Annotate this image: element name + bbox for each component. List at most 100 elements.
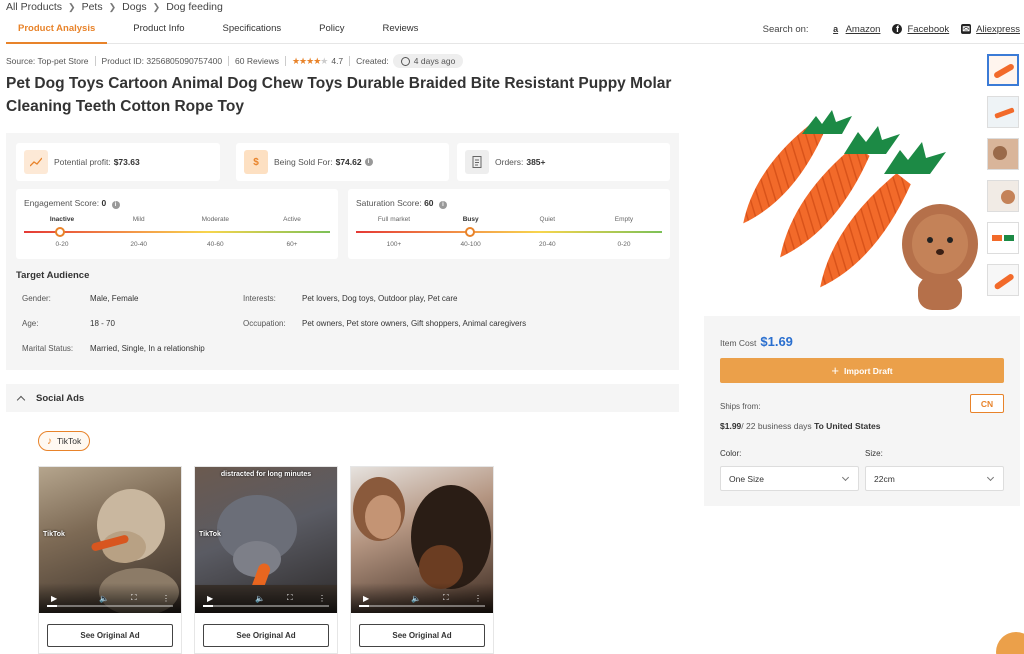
- tab-specifications[interactable]: Specifications: [211, 14, 294, 44]
- chart-icon: [24, 150, 48, 174]
- product-main-image[interactable]: [704, 54, 982, 312]
- ship-origin-cn-button[interactable]: CN: [970, 394, 1004, 413]
- interests-row: Interests:: [243, 294, 276, 303]
- social-ads-header[interactable]: Social Ads: [6, 384, 679, 412]
- chat-button[interactable]: [996, 632, 1024, 654]
- tab-reviews[interactable]: Reviews: [370, 14, 430, 44]
- search-amazon-link[interactable]: a Amazon: [831, 24, 880, 35]
- play-icon[interactable]: ▶: [207, 594, 213, 603]
- thumbnail[interactable]: [987, 222, 1019, 254]
- orders-value: 385+: [526, 157, 546, 167]
- facebook-link-label: Facebook: [907, 23, 950, 35]
- product-tabs: Product Analysis Product Info Specificat…: [6, 14, 1024, 44]
- sold-label: Being Sold For:: [274, 157, 333, 167]
- size-select-value: 22cm: [874, 473, 895, 484]
- search-aliexpress-link[interactable]: ✉ Aliexpress: [961, 24, 1020, 35]
- saturation-range: 40-100: [460, 241, 481, 248]
- carrot-toy-image: [743, 110, 978, 310]
- interests-label: Interests:: [243, 294, 276, 303]
- color-select[interactable]: One Size: [720, 466, 859, 491]
- thumbnail[interactable]: [987, 96, 1019, 128]
- fullscreen-icon[interactable]: ⛶: [287, 593, 293, 603]
- play-icon[interactable]: ▶: [363, 594, 369, 603]
- info-icon[interactable]: i: [364, 158, 373, 166]
- social-ads-title: Social Ads: [36, 392, 85, 404]
- engagement-level: Mild: [132, 216, 145, 223]
- gender-value: Male, Female: [90, 294, 139, 303]
- target-audience-title: Target Audience: [16, 270, 90, 281]
- size-select[interactable]: 22cm: [865, 466, 1004, 491]
- thumbnail[interactable]: [987, 264, 1019, 296]
- search-facebook-link[interactable]: f Facebook: [892, 24, 949, 35]
- video-progress-bar[interactable]: [47, 605, 173, 607]
- being-sold-for-card: $ Being Sold For: $74.62 i: [236, 143, 449, 181]
- chevron-right-icon: ❯: [108, 1, 117, 12]
- divider: [228, 56, 230, 66]
- fullscreen-icon[interactable]: ⛶: [443, 593, 449, 603]
- engagement-score-header: Engagement Score: 0 i: [24, 198, 120, 209]
- video-progress-bar[interactable]: [203, 605, 329, 607]
- search-on-label: Search on:: [762, 23, 809, 35]
- interests-value: Pet lovers, Dog toys, Outdoor play, Pet …: [302, 294, 458, 303]
- shipping-destination: To United States: [814, 421, 881, 431]
- ad-video[interactable]: distracted for long minutes TikTok ▶ 🔈 ⛶…: [195, 467, 337, 613]
- breadcrumb-item[interactable]: Dog feeding: [166, 1, 223, 13]
- video-progress-bar[interactable]: [359, 605, 485, 607]
- tab-policy[interactable]: Policy: [307, 14, 356, 44]
- plus-icon: +: [831, 363, 839, 378]
- reviews-count[interactable]: 60 Reviews: [235, 56, 279, 66]
- more-options-icon[interactable]: ⋮: [162, 594, 170, 603]
- tab-product-analysis[interactable]: Product Analysis: [6, 14, 108, 44]
- item-cost-label: Item Cost: [720, 338, 757, 348]
- thumbnail[interactable]: [987, 180, 1019, 212]
- divider: [94, 56, 96, 66]
- volume-icon[interactable]: 🔈: [99, 594, 109, 603]
- gender-label: Gender:: [22, 294, 51, 303]
- saturation-range: 100+: [386, 241, 402, 248]
- engagement-range: 40-60: [207, 241, 224, 248]
- thumbnail[interactable]: [987, 54, 1019, 86]
- play-icon[interactable]: ▶: [51, 594, 57, 603]
- see-original-ad-button[interactable]: See Original Ad: [359, 624, 485, 647]
- size-label: Size:: [865, 449, 883, 458]
- see-original-ad-button[interactable]: See Original Ad: [203, 624, 329, 647]
- engagement-score-value: 0: [101, 198, 107, 208]
- breadcrumb-item[interactable]: All Products: [6, 1, 62, 13]
- amazon-icon: a: [833, 24, 839, 34]
- ad-video[interactable]: ▶ 🔈 ⛶ ⋮: [351, 467, 493, 613]
- orders-card: Orders: 385+: [457, 143, 670, 181]
- aliexpress-icon: ✉: [961, 23, 972, 34]
- breadcrumb-item[interactable]: Dogs: [122, 1, 147, 13]
- more-options-icon[interactable]: ⋮: [474, 594, 482, 603]
- info-icon[interactable]: i: [438, 201, 447, 209]
- saturation-level: Empty: [614, 216, 634, 223]
- occupation-value: Pet owners, Pet store owners, Gift shopp…: [302, 319, 527, 328]
- chevron-right-icon: ❯: [68, 1, 76, 12]
- clock-icon: [400, 56, 410, 66]
- item-cost: Item Cost $1.69: [720, 334, 793, 349]
- tiktok-filter-pill[interactable]: ♪ TikTok: [38, 431, 91, 451]
- chevron-down-icon: [986, 473, 995, 482]
- fullscreen-icon[interactable]: ⛶: [131, 593, 137, 603]
- engagement-range: 20-40: [130, 241, 147, 248]
- info-icon[interactable]: i: [111, 201, 120, 209]
- analysis-panel: Potential profit: $73.63 $ Being Sold Fo…: [6, 133, 679, 370]
- breadcrumb-item[interactable]: Pets: [82, 1, 103, 13]
- occupation-row: Occupation:: [243, 319, 286, 328]
- created-value: 4 days ago: [413, 56, 456, 66]
- more-options-icon[interactable]: ⋮: [318, 594, 326, 603]
- engagement-range: 0-20: [55, 241, 69, 248]
- sold-value: $74.62: [335, 157, 362, 167]
- thumbnail[interactable]: [987, 138, 1019, 170]
- tab-product-info[interactable]: Product Info: [121, 14, 196, 44]
- import-draft-button[interactable]: + Import Draft: [720, 358, 1004, 383]
- volume-icon[interactable]: 🔈: [255, 594, 265, 603]
- volume-icon[interactable]: 🔈: [411, 594, 421, 603]
- ad-video[interactable]: TikTok ▶ 🔈 ⛶ ⋮: [39, 467, 181, 613]
- source-store[interactable]: Source: Top-pet Store: [6, 56, 89, 66]
- see-original-ad-button[interactable]: See Original Ad: [47, 624, 173, 647]
- engagement-level: Moderate: [201, 216, 230, 223]
- profit-label: Potential profit:: [54, 157, 111, 167]
- chevron-down-icon: [841, 473, 850, 482]
- potential-profit-card: Potential profit: $73.63: [16, 143, 220, 181]
